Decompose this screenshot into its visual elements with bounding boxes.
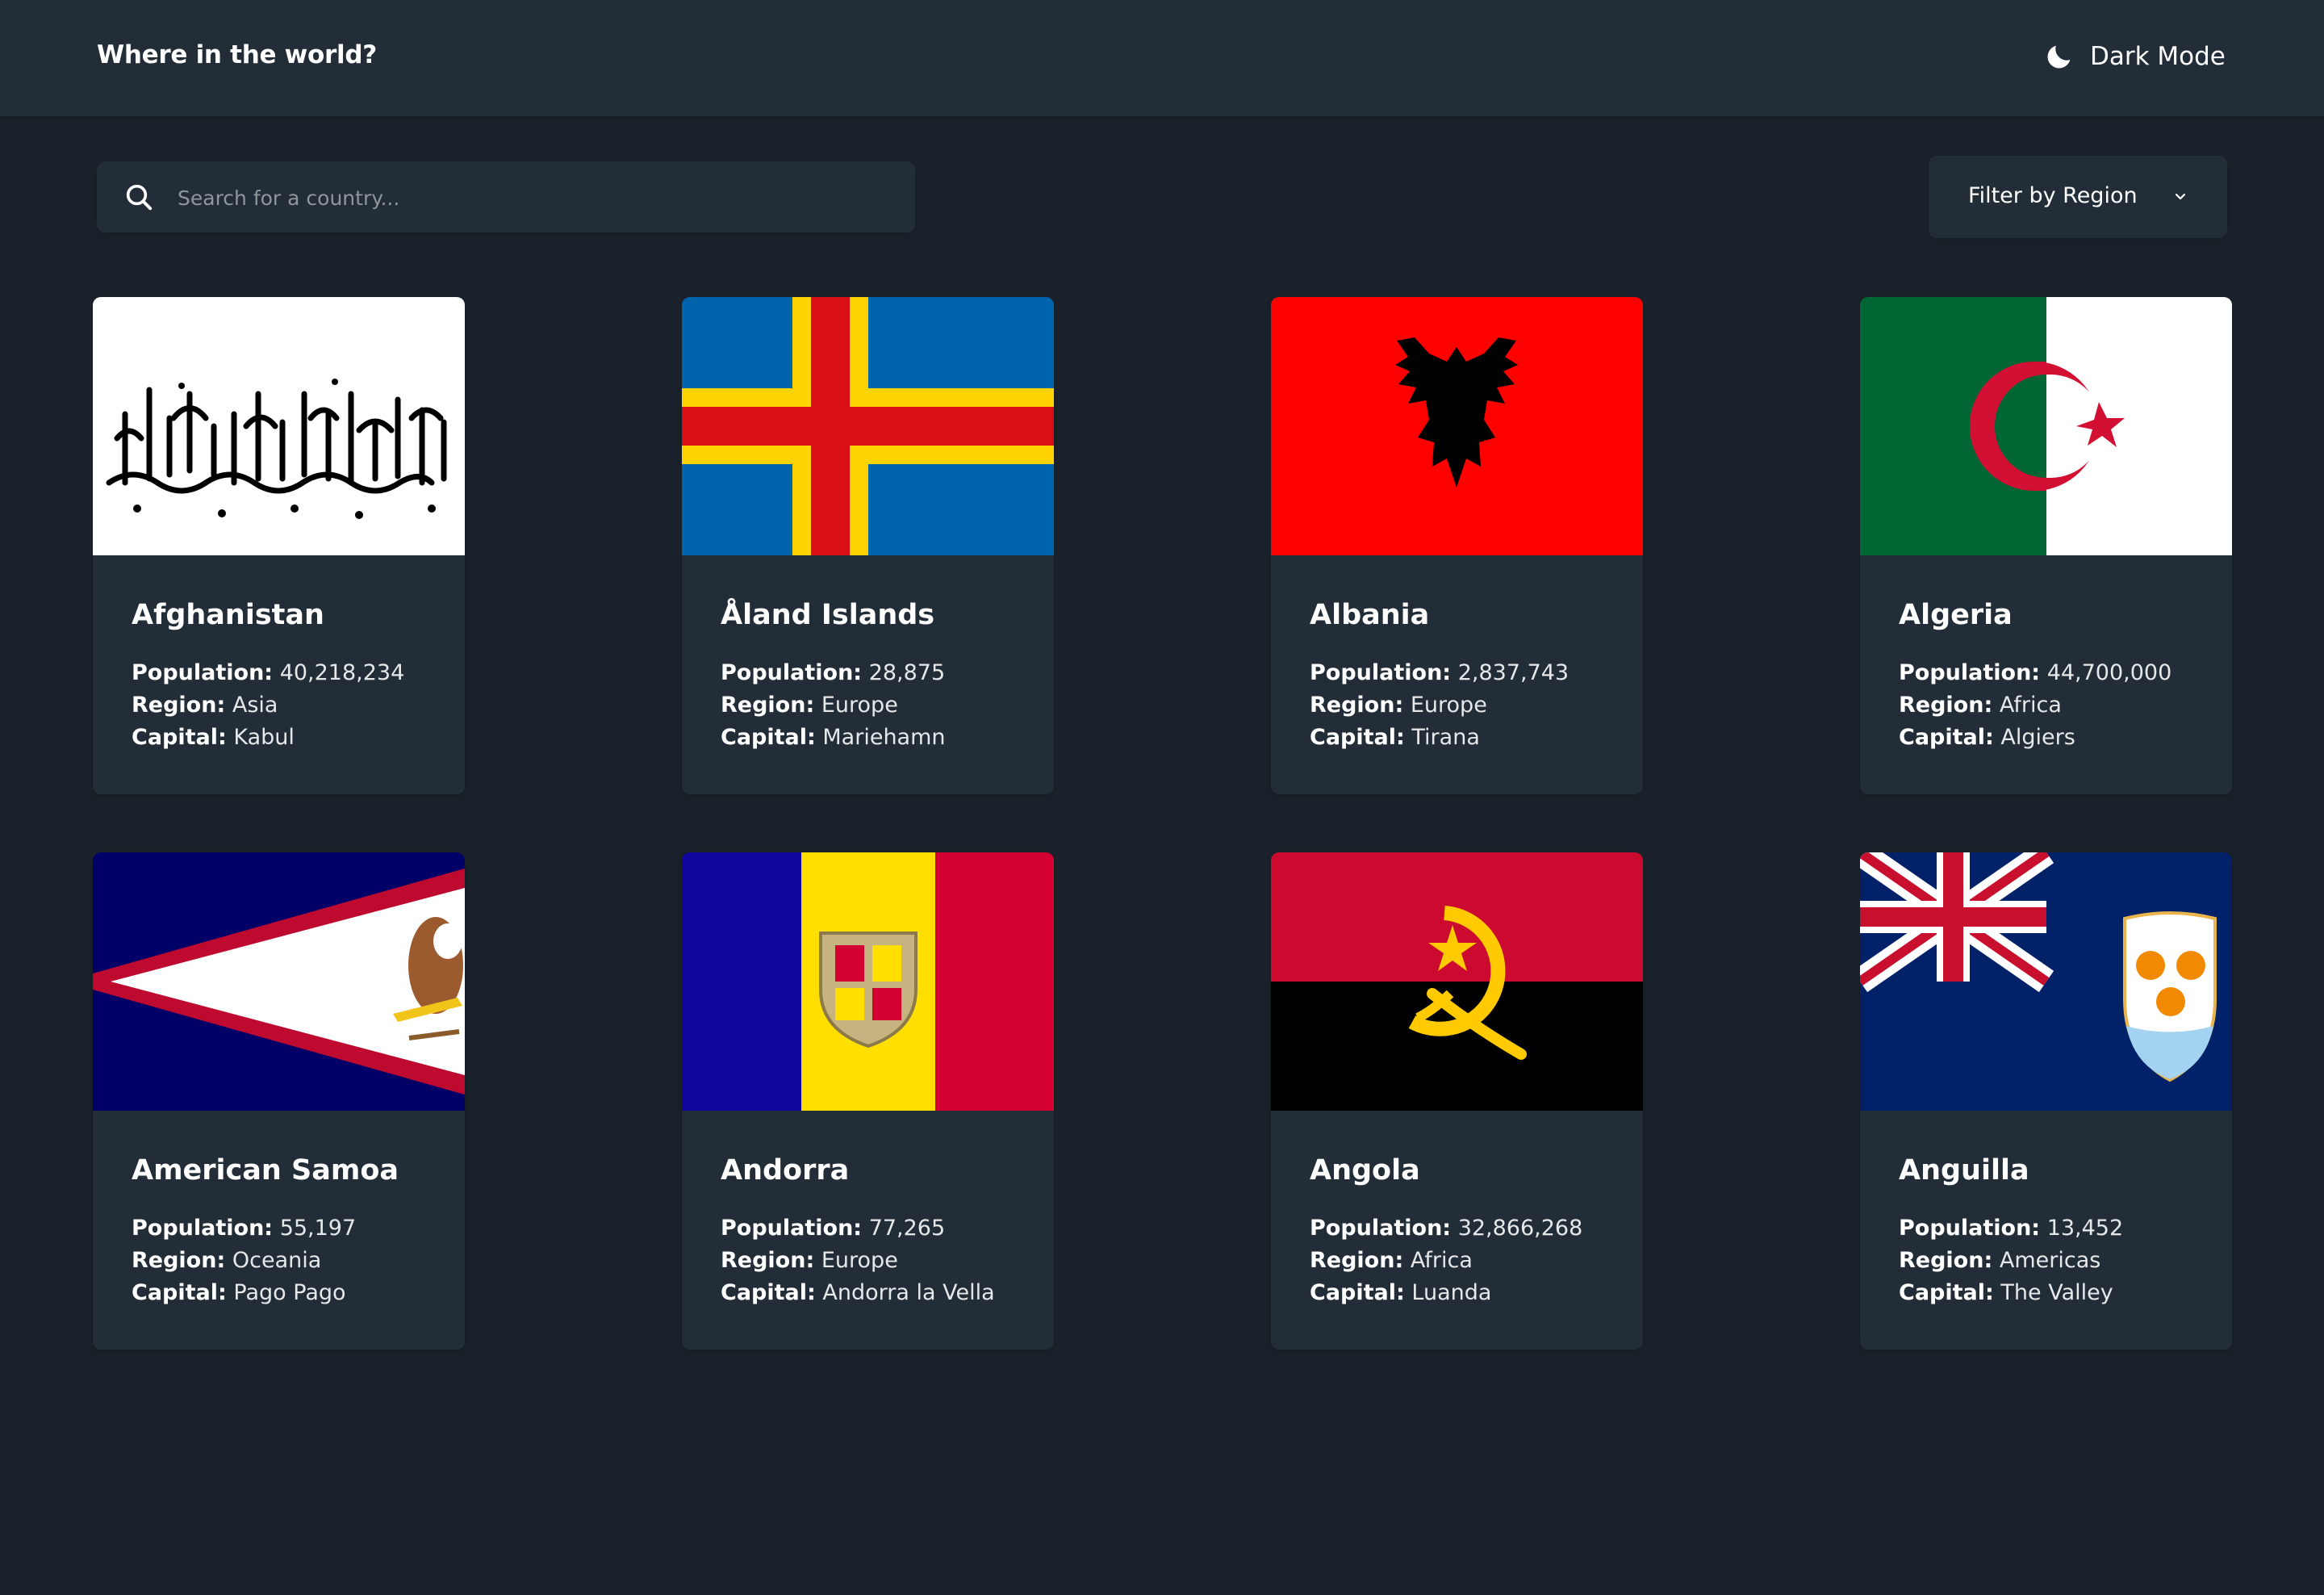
country-capital: Capital: Mariehamn [721,725,946,750]
aland-islands-flag-image [682,297,1054,555]
albania-flag-image [1271,297,1643,555]
country-name: Angola [1310,1154,1420,1187]
country-region: Region: Oceania [132,1248,322,1273]
country-capital: Capital: Luanda [1310,1280,1492,1305]
moon-icon [2047,45,2071,69]
country-name: Albania [1310,599,1430,631]
search-icon [126,184,153,211]
country-capital: Capital: Tirana [1310,725,1480,750]
country-card[interactable]: Afghanistan Population: 40,218,234 Regio… [93,297,465,794]
country-capital: Capital: Pago Pago [132,1280,346,1305]
country-name: Algeria [1899,599,2013,631]
afghanistan-flag-image [93,297,465,555]
country-region: Region: Europe [721,693,898,718]
country-name: Anguilla [1899,1154,2029,1187]
country-name: American Samoa [132,1154,399,1187]
region-filter-dropdown[interactable]: Filter by Region [1929,156,2227,238]
country-card[interactable]: Angola Population: 32,866,268 Region: Af… [1271,852,1643,1350]
country-name: Andorra [721,1154,850,1187]
andorra-flag-image [682,852,1054,1111]
chevron-down-icon [2175,193,2186,200]
country-card[interactable]: Algeria Population: 44,700,000 Region: A… [1860,297,2232,794]
country-population: Population: 32,866,268 [1310,1216,1583,1241]
country-population: Population: 55,197 [132,1216,357,1241]
search-box [97,161,915,234]
algeria-flag-image [1860,297,2232,555]
american-samoa-flag-image [93,852,465,1111]
country-population: Population: 40,218,234 [132,660,405,685]
country-card[interactable]: Anguilla Population: 13,452 Region: Amer… [1860,852,2232,1350]
country-card[interactable]: American Samoa Population: 55,197 Region… [93,852,465,1350]
country-region: Region: Europe [1310,693,1487,718]
country-region: Region: Europe [721,1248,898,1273]
country-capital: Capital: The Valley [1899,1280,2113,1305]
dark-mode-toggle[interactable]: Dark Mode [2043,37,2226,76]
country-name: Afghanistan [132,599,324,631]
anguilla-flag-image [1860,852,2232,1111]
country-card[interactable]: Andorra Population: 77,265 Region: Europ… [682,852,1054,1350]
country-name: Åland Islands [721,599,935,631]
country-region: Region: Americas [1899,1248,2101,1273]
country-region: Region: Africa [1899,693,2062,718]
angola-flag-image [1271,852,1643,1111]
country-card[interactable]: Albania Population: 2,837,743 Region: Eu… [1271,297,1643,794]
country-population: Population: 28,875 [721,660,946,685]
search-input[interactable] [176,161,889,234]
country-capital: Capital: Kabul [132,725,295,750]
country-card[interactable]: Åland Islands Population: 28,875 Region:… [682,297,1054,794]
region-filter-label: Filter by Region [1968,183,2138,208]
country-capital: Capital: Andorra la Vella [721,1280,995,1305]
app-header: Where in the world? Dark Mode [0,0,2324,116]
country-region: Region: Asia [132,693,278,718]
country-population: Population: 77,265 [721,1216,946,1241]
country-region: Region: Africa [1310,1248,1473,1273]
country-capital: Capital: Algiers [1899,725,2075,750]
country-population: Population: 44,700,000 [1899,660,2172,685]
country-population: Population: 2,837,743 [1310,660,1570,685]
dark-mode-label: Dark Mode [2090,42,2226,71]
country-population: Population: 13,452 [1899,1216,2124,1241]
app-title: Where in the world? [97,40,377,69]
